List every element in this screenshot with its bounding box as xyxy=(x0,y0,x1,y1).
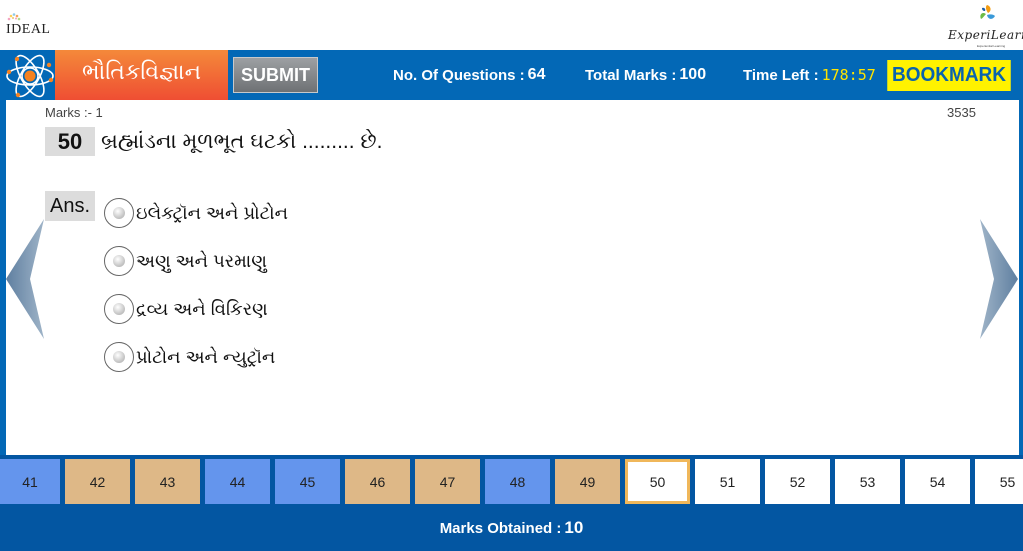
radio-dot xyxy=(113,255,125,267)
question-strip-item[interactable]: 42 xyxy=(65,459,130,504)
subject-title: ભૌતિકવિજ્ઞાન xyxy=(55,50,228,100)
submit-button[interactable]: SUBMIT xyxy=(233,57,318,93)
question-strip-item[interactable]: 55 xyxy=(975,459,1023,504)
marks-obtained-bar: Marks Obtained : 10 xyxy=(0,505,1023,551)
option-radio[interactable] xyxy=(104,342,134,372)
chevron-right-icon[interactable] xyxy=(978,217,1020,341)
option-radio[interactable] xyxy=(104,294,134,324)
question-count-value: 64 xyxy=(527,66,546,83)
option-1[interactable]: ઇલેક્ટ્રૉન અને પ્રોટોન xyxy=(104,198,288,228)
time-left: Time Left : 178:57 xyxy=(743,50,876,100)
top-branding-bar: IDEAL ExperiLearn Experiential Learning xyxy=(0,0,1023,50)
question-strip-item[interactable]: 52 xyxy=(765,459,830,504)
marks-obtained-value: 10 xyxy=(564,518,584,537)
exam-header: ભૌતિકવિજ્ઞાન SUBMIT No. Of Questions : 6… xyxy=(0,50,1023,100)
question-marks: Marks :- 1 xyxy=(45,105,103,120)
marks-obtained-label: Marks Obtained : xyxy=(439,519,562,537)
question-count: No. Of Questions : 64 xyxy=(393,50,545,100)
option-text: ઇલેક્ટ્રૉન અને પ્રોટોન xyxy=(136,202,289,223)
question-strip-item[interactable]: 51 xyxy=(695,459,760,504)
question-strip-item[interactable]: 48 xyxy=(485,459,550,504)
experilearn-logo-text: ExperiLearn xyxy=(948,28,1023,42)
question-strip-item[interactable]: 46 xyxy=(345,459,410,504)
option-2[interactable]: અણુ અને પરમાણુ xyxy=(104,246,267,276)
option-text: દ્રવ્ય અને વિકિરણ xyxy=(136,298,268,319)
question-number: 50 xyxy=(45,127,95,156)
chevron-left-icon[interactable] xyxy=(4,217,46,341)
question-text: બ્રહ્માંડના મૂળભૂત ઘટકો ......... છે. xyxy=(101,129,383,153)
ideal-logo-text: IDEAL xyxy=(6,22,51,37)
radio-dot xyxy=(113,303,125,315)
ideal-logo: IDEAL xyxy=(4,12,54,40)
option-4[interactable]: પ્રોટોન અને ન્યુટ્રૉન xyxy=(104,342,275,372)
question-strip-item[interactable]: 47 xyxy=(415,459,480,504)
question-id: 3535 xyxy=(947,105,976,120)
experilearn-logo: ExperiLearn Experiential Learning xyxy=(945,3,1023,49)
question-strip-item[interactable]: 49 xyxy=(555,459,620,504)
question-strip-item[interactable]: 43 xyxy=(135,459,200,504)
total-marks-value: 100 xyxy=(679,66,707,83)
question-strip-item[interactable]: 54 xyxy=(905,459,970,504)
radio-dot xyxy=(113,207,125,219)
option-radio[interactable] xyxy=(104,198,134,228)
option-3[interactable]: દ્રવ્ય અને વિકિરણ xyxy=(104,294,268,324)
time-left-label: Time Left : xyxy=(743,66,819,84)
answer-label: Ans. xyxy=(45,191,95,221)
question-strip-item[interactable]: 44 xyxy=(205,459,270,504)
bookmark-button[interactable]: BOOKMARK xyxy=(887,60,1011,91)
total-marks: Total Marks : 100 xyxy=(585,50,706,100)
question-strip-item[interactable]: 41 xyxy=(0,459,60,504)
question-strip-item[interactable]: 45 xyxy=(275,459,340,504)
question-strip: 41 42 43 44 45 46 47 48 49 50 51 52 53 54 55 xyxy=(0,459,1023,505)
experilearn-logo-icon xyxy=(980,5,995,19)
ideal-logo-icon xyxy=(7,13,21,21)
experilearn-tagline: Experiential Learning xyxy=(977,44,1006,48)
option-radio[interactable] xyxy=(104,246,134,276)
option-text: અણુ અને પરમાણુ xyxy=(136,250,267,271)
radio-dot xyxy=(113,351,125,363)
option-text: પ્રોટોન અને ન્યુટ્રૉન xyxy=(136,346,276,367)
atom-icon xyxy=(6,54,54,98)
question-strip-item[interactable]: 50 xyxy=(625,459,690,504)
question-strip-item[interactable]: 53 xyxy=(835,459,900,504)
time-left-value: 178:57 xyxy=(821,66,876,84)
total-marks-label: Total Marks : xyxy=(585,66,677,84)
question-count-label: No. Of Questions : xyxy=(393,66,525,84)
